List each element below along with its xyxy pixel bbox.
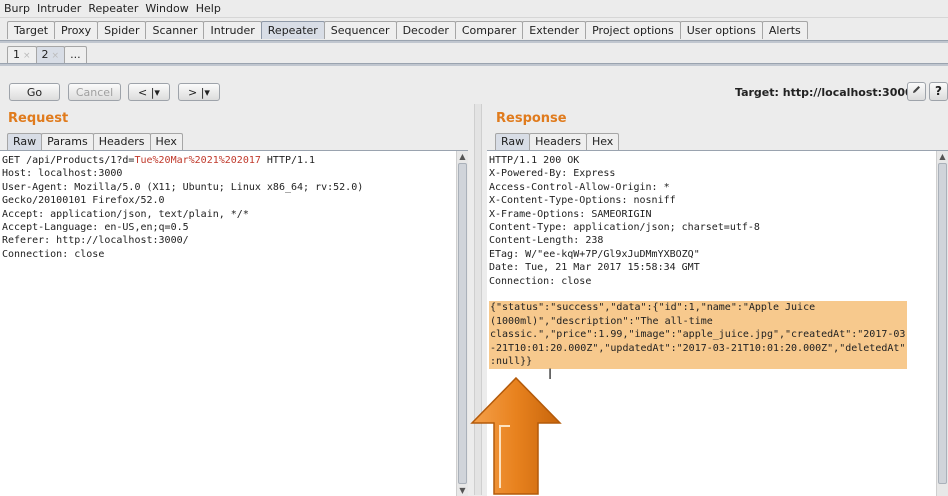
request-editor[interactable]: GET /api/Products/1?d=Tue%20Mar%2021%202… — [0, 150, 468, 496]
response-tab-headers[interactable]: Headers — [529, 133, 587, 150]
request-tab-params[interactable]: Params — [41, 133, 94, 150]
request-tab-raw[interactable]: Raw — [7, 133, 43, 150]
go-button[interactable]: Go — [9, 83, 60, 101]
menu-burp[interactable]: Burp — [0, 0, 33, 16]
response-tab-hex[interactable]: Hex — [585, 133, 620, 150]
tab-user-options[interactable]: User options — [679, 21, 763, 39]
tab-comparer[interactable]: Comparer — [454, 21, 524, 39]
repeater-tab-2[interactable]: 2 × — [35, 46, 66, 63]
scroll-thumb[interactable] — [938, 163, 947, 484]
target-label: Target: http://localhost:3000 — [735, 86, 913, 99]
menu-bar: Burp Intruder Repeater Window Help — [0, 0, 948, 18]
up-arrow-icon — [470, 376, 562, 495]
response-tab-raw[interactable]: Raw — [495, 133, 531, 150]
param-value: Tue%20Mar%2021%202017 — [134, 155, 261, 166]
menu-window[interactable]: Window — [141, 0, 191, 16]
response-title: Response — [496, 111, 567, 126]
menu-repeater[interactable]: Repeater — [84, 0, 141, 16]
response-text[interactable]: HTTP/1.1 200 OK X-Powered-By: Express Ac… — [487, 151, 948, 372]
request-text[interactable]: GET /api/Products/1?d=Tue%20Mar%2021%202… — [0, 151, 468, 264]
repeater-tab-1[interactable]: 1 × — [7, 46, 37, 63]
cancel-button[interactable]: Cancel — [68, 83, 121, 101]
tab-spider[interactable]: Spider — [97, 21, 147, 39]
forward-button[interactable]: > |▾ — [178, 83, 220, 101]
tab-intruder[interactable]: Intruder — [203, 21, 262, 39]
subtabs-divider — [0, 63, 948, 66]
repeater-tab-new[interactable]: ... — [64, 46, 87, 63]
pencil-icon[interactable] — [907, 82, 926, 101]
response-tabs: Raw Headers Hex — [495, 133, 620, 150]
close-icon[interactable]: × — [23, 51, 31, 61]
tab-proxy[interactable]: Proxy — [54, 21, 99, 39]
repeater-tabs: 1 × 2 × ... — [7, 46, 87, 63]
request-title: Request — [8, 111, 69, 126]
request-scrollbar[interactable]: ▲ ▼ — [456, 151, 468, 496]
response-body-highlight: {"status":"success","data":{"id":1,"name… — [489, 301, 908, 369]
scroll-up-icon[interactable]: ▲ — [457, 151, 468, 162]
tab-alerts[interactable]: Alerts — [761, 21, 808, 39]
tab-scanner[interactable]: Scanner — [145, 21, 205, 39]
help-button[interactable]: ? — [929, 82, 948, 101]
scroll-up-icon[interactable]: ▲ — [937, 151, 948, 162]
response-scrollbar[interactable]: ▲ — [936, 151, 948, 496]
request-tab-headers[interactable]: Headers — [92, 133, 151, 150]
scroll-thumb[interactable] — [458, 163, 467, 484]
request-tabs: Raw Params Headers Hex — [7, 133, 183, 150]
back-button[interactable]: < |▾ — [128, 83, 170, 101]
tab-sequencer[interactable]: Sequencer — [323, 21, 397, 39]
request-tab-hex[interactable]: Hex — [149, 133, 183, 150]
tab-target[interactable]: Target — [7, 21, 56, 39]
tabs-divider — [0, 40, 948, 43]
tab-decoder[interactable]: Decoder — [395, 21, 456, 39]
main-tabs: Target Proxy Spider Scanner Intruder Rep… — [7, 21, 808, 41]
tab-extender[interactable]: Extender — [522, 21, 587, 39]
menu-intruder[interactable]: Intruder — [33, 0, 84, 16]
menu-help[interactable]: Help — [192, 0, 224, 16]
tab-project-options[interactable]: Project options — [585, 21, 681, 39]
close-icon[interactable]: × — [52, 51, 60, 61]
scroll-down-icon[interactable]: ▼ — [457, 485, 468, 496]
tab-repeater[interactable]: Repeater — [260, 21, 325, 39]
